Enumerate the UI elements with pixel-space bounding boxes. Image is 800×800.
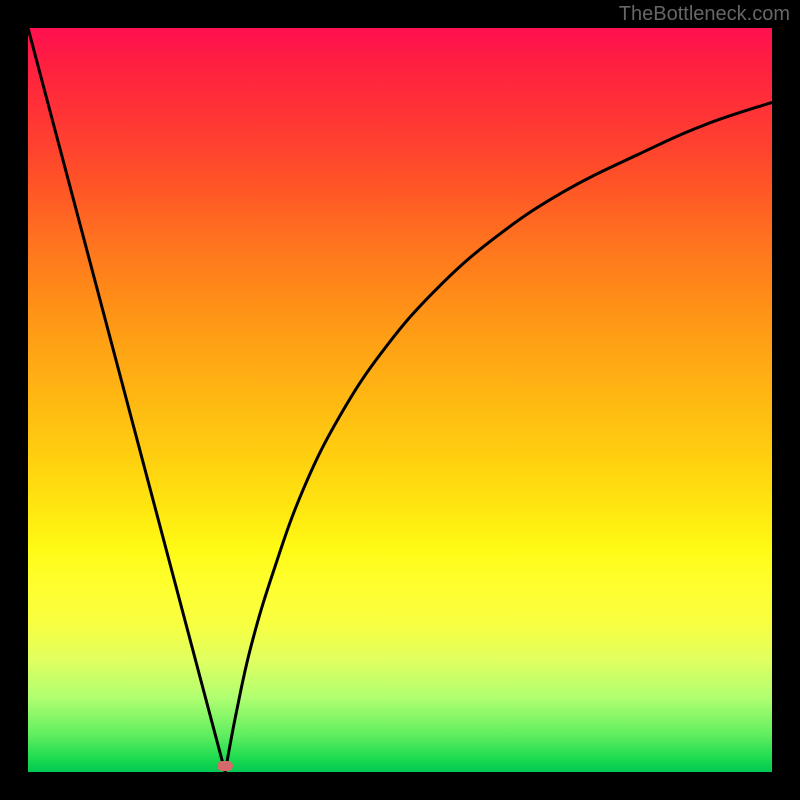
- bottleneck-curve: [28, 28, 772, 772]
- optimal-point-marker: [217, 761, 233, 771]
- chart-area: [28, 28, 772, 772]
- chart-background: [28, 28, 772, 772]
- watermark-text: TheBottleneck.com: [619, 3, 790, 26]
- chart-svg: [28, 28, 772, 772]
